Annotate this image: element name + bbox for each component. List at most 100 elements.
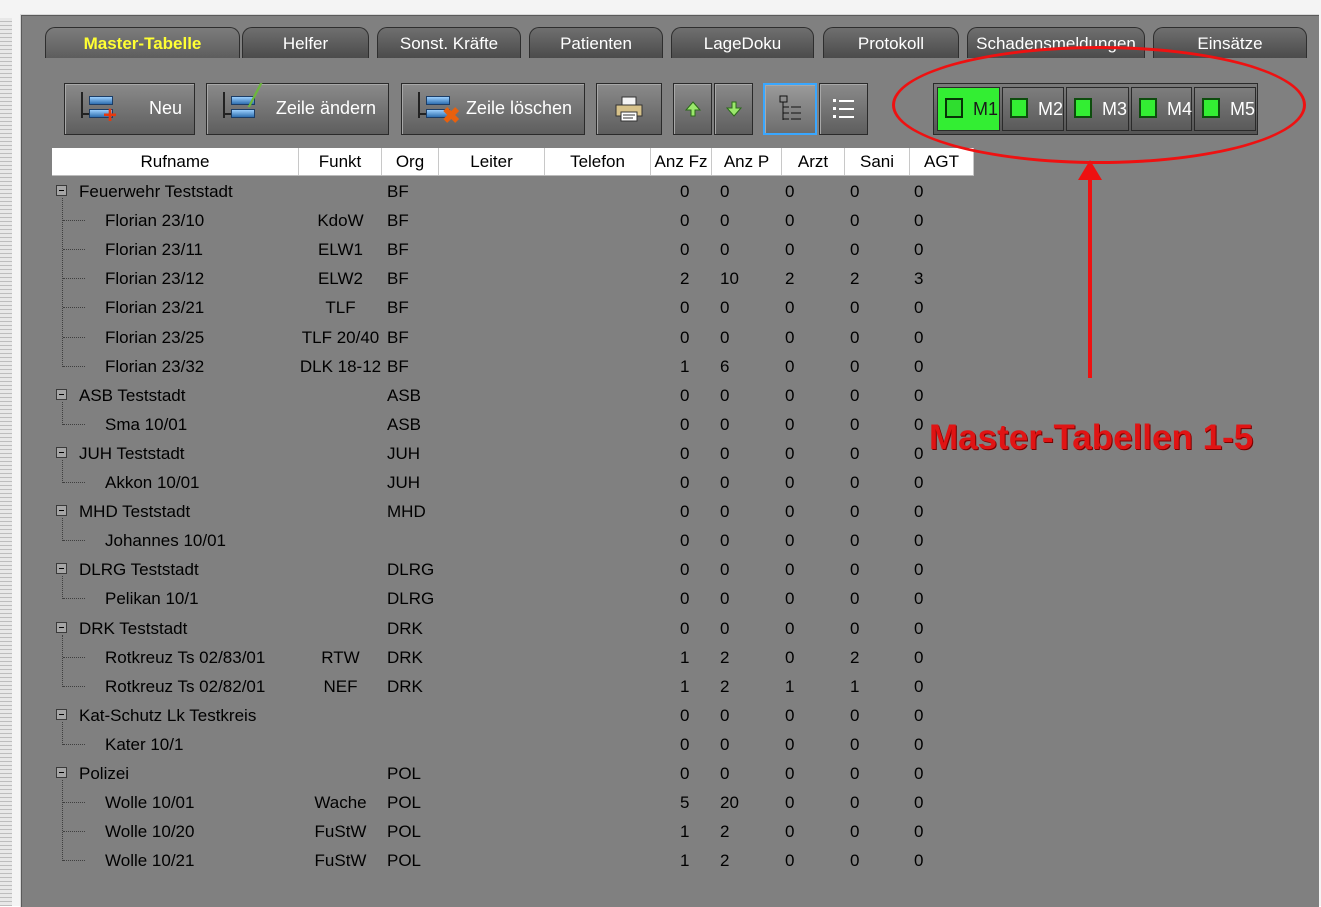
column-header-arzt[interactable]: Arzt <box>782 148 845 175</box>
column-header-sani[interactable]: Sani <box>845 148 910 175</box>
tree-view-icon <box>779 95 801 120</box>
tab-master-tabelle[interactable]: Master-Tabelle <box>45 27 240 58</box>
table-row[interactable]: Kater 10/1 0 0 0 0 0 <box>52 730 974 759</box>
annotation-arrow <box>1088 172 1092 378</box>
cell-agt: 0 <box>914 298 924 317</box>
master-table-m5-button[interactable]: M5 <box>1194 87 1256 131</box>
master-table-label: M4 <box>1167 99 1193 119</box>
tree-group-row[interactable]: MHD Teststadt MHD 0 0 0 0 0 <box>52 497 974 526</box>
cell-sani: 1 <box>850 677 860 696</box>
tree-group-row[interactable]: Polizei POL 0 0 0 0 0 <box>52 759 974 788</box>
list-view-icon <box>833 99 854 118</box>
cell-anzp: 2 <box>720 648 730 667</box>
collapse-toggle-icon[interactable] <box>56 563 67 574</box>
move-up-button[interactable] <box>673 83 712 135</box>
table-row[interactable]: Rotkreuz Ts 02/82/01 NEF DRK 1 2 1 1 0 <box>52 672 974 701</box>
tab-bar: Master-Tabelle Helfer Sonst. Kräfte Patient… <box>45 27 1307 60</box>
table-row[interactable]: Wolle 10/21 FuStW POL 1 2 0 0 0 <box>52 846 974 875</box>
tab-lagedoku[interactable]: LageDoku <box>671 27 814 58</box>
table-row[interactable]: Florian 23/10 KdoW BF 0 0 0 0 0 <box>52 206 974 235</box>
master-table-m4-button[interactable]: M4 <box>1131 87 1192 131</box>
cell-sani: 0 <box>850 531 860 550</box>
collapse-toggle-icon[interactable] <box>56 709 67 720</box>
cell-arzt: 0 <box>785 240 795 259</box>
column-header-anz-p[interactable]: Anz P <box>712 148 782 175</box>
cell-arzt: 0 <box>785 764 795 783</box>
column-header-rufname[interactable]: Rufname <box>52 148 299 175</box>
tree-view-button[interactable] <box>763 83 817 135</box>
collapse-toggle-icon[interactable] <box>56 622 67 633</box>
column-header-org[interactable]: Org <box>382 148 439 175</box>
table-row[interactable]: Florian 23/11 ELW1 BF 0 0 0 0 0 <box>52 235 974 264</box>
delete-row-button[interactable]: ✖ Zeile löschen <box>401 83 585 135</box>
window-resize-edge[interactable] <box>0 18 12 906</box>
status-square-icon <box>945 98 963 118</box>
status-square-icon <box>1010 98 1028 118</box>
cell-sani: 0 <box>850 357 860 376</box>
cell-funkt: TLF <box>325 298 356 317</box>
tree-group-row[interactable]: DRK Teststadt DRK 0 0 0 0 0 <box>52 614 974 643</box>
list-view-button[interactable] <box>819 83 868 135</box>
master-table-label: M2 <box>1038 99 1064 119</box>
master-table-m1-button[interactable]: M1 <box>937 87 1000 131</box>
table-row[interactable]: Florian 23/25 TLF 20/40 BF 0 0 0 0 0 <box>52 323 974 352</box>
table-row[interactable]: Pelikan 10/1 DLRG 0 0 0 0 0 <box>52 584 974 613</box>
tab-patienten[interactable]: Patienten <box>529 27 663 58</box>
move-down-button[interactable] <box>714 83 753 135</box>
column-header-leiter[interactable]: Leiter <box>439 148 545 175</box>
tab-helfer[interactable]: Helfer <box>242 27 369 58</box>
table-row[interactable]: Johannes 10/01 0 0 0 0 0 <box>52 526 974 555</box>
table-row[interactable]: Wolle 10/20 FuStW POL 1 2 0 0 0 <box>52 817 974 846</box>
cell-rufname: Rotkreuz Ts 02/83/01 <box>105 648 266 667</box>
cell-anzp: 0 <box>720 211 730 230</box>
print-button[interactable] <box>596 83 662 135</box>
tab-protokoll[interactable]: Protokoll <box>823 27 959 58</box>
cell-anzp: 10 <box>720 269 739 288</box>
tree-group-row[interactable]: Kat-Schutz Lk Testkreis 0 0 0 0 0 <box>52 701 974 730</box>
table-row[interactable]: Florian 23/21 TLF BF 0 0 0 0 0 <box>52 293 974 322</box>
tab-schadensmeldungen[interactable]: Schadensmeldungen <box>967 27 1145 58</box>
table-row[interactable]: Florian 23/12 ELW2 BF 2 10 2 2 3 <box>52 264 974 293</box>
column-header-agt[interactable]: AGT <box>910 148 974 175</box>
cell-sani: 0 <box>850 764 860 783</box>
tree-branch-line <box>62 635 63 687</box>
column-header-telefon[interactable]: Telefon <box>545 148 651 175</box>
cell-rufname: Florian 23/32 <box>105 357 205 376</box>
collapse-toggle-icon[interactable] <box>56 767 67 778</box>
column-header-funkt[interactable]: Funkt <box>299 148 382 175</box>
master-table-m3-button[interactable]: M3 <box>1066 87 1129 131</box>
cell-anzfz: 0 <box>680 298 690 317</box>
collapse-toggle-icon[interactable] <box>56 185 67 196</box>
tab-einsätze[interactable]: Einsätze <box>1153 27 1307 58</box>
cell-org: ASB <box>387 386 422 405</box>
table-row[interactable]: Florian 23/32 DLK 18-12 BF 1 6 0 0 0 <box>52 352 974 381</box>
collapse-toggle-icon[interactable] <box>56 389 67 400</box>
cell-agt: 0 <box>914 589 924 608</box>
column-header-anz-fz[interactable]: Anz Fz <box>651 148 712 175</box>
cell-arzt: 0 <box>785 589 795 608</box>
new-row-button[interactable]: + Neu <box>64 83 195 135</box>
tree-connector <box>63 860 85 861</box>
cell-funkt: FuStW <box>314 822 367 841</box>
collapse-toggle-icon[interactable] <box>56 505 67 516</box>
cell-rufname: Florian 23/21 <box>105 298 205 317</box>
cell-org: DRK <box>387 648 423 667</box>
tree-group-row[interactable]: JUH Teststadt JUH 0 0 0 0 0 <box>52 439 974 468</box>
master-table-m2-button[interactable]: M2 <box>1002 87 1064 131</box>
tree-group-row[interactable]: Feuerwehr Teststadt BF 0 0 0 0 0 <box>52 177 974 206</box>
tab-sonst-kräfte[interactable]: Sonst. Kräfte <box>377 27 521 58</box>
table-row[interactable]: Rotkreuz Ts 02/83/01 RTW DRK 1 2 0 2 0 <box>52 643 974 672</box>
table-row[interactable]: Akkon 10/01 JUH 0 0 0 0 0 <box>52 468 974 497</box>
cell-rufname: Florian 23/25 <box>105 328 205 347</box>
collapse-toggle-icon[interactable] <box>56 447 67 458</box>
table-row[interactable]: Wolle 10/01 Wache POL 5 20 0 0 0 <box>52 788 974 817</box>
tree-group-row[interactable]: DLRG Teststadt DLRG 0 0 0 0 0 <box>52 555 974 584</box>
cell-sani: 2 <box>850 269 860 288</box>
cell-anzfz: 0 <box>680 240 690 259</box>
table-row[interactable]: Sma 10/01 ASB 0 0 0 0 0 <box>52 410 974 439</box>
cell-anzfz: 0 <box>680 764 690 783</box>
edit-row-button[interactable]: ╱ Zeile ändern <box>206 83 389 135</box>
cell-agt: 0 <box>914 182 924 201</box>
tree-group-row[interactable]: ASB Teststadt ASB 0 0 0 0 0 <box>52 381 974 410</box>
cell-anzfz: 0 <box>680 531 690 550</box>
